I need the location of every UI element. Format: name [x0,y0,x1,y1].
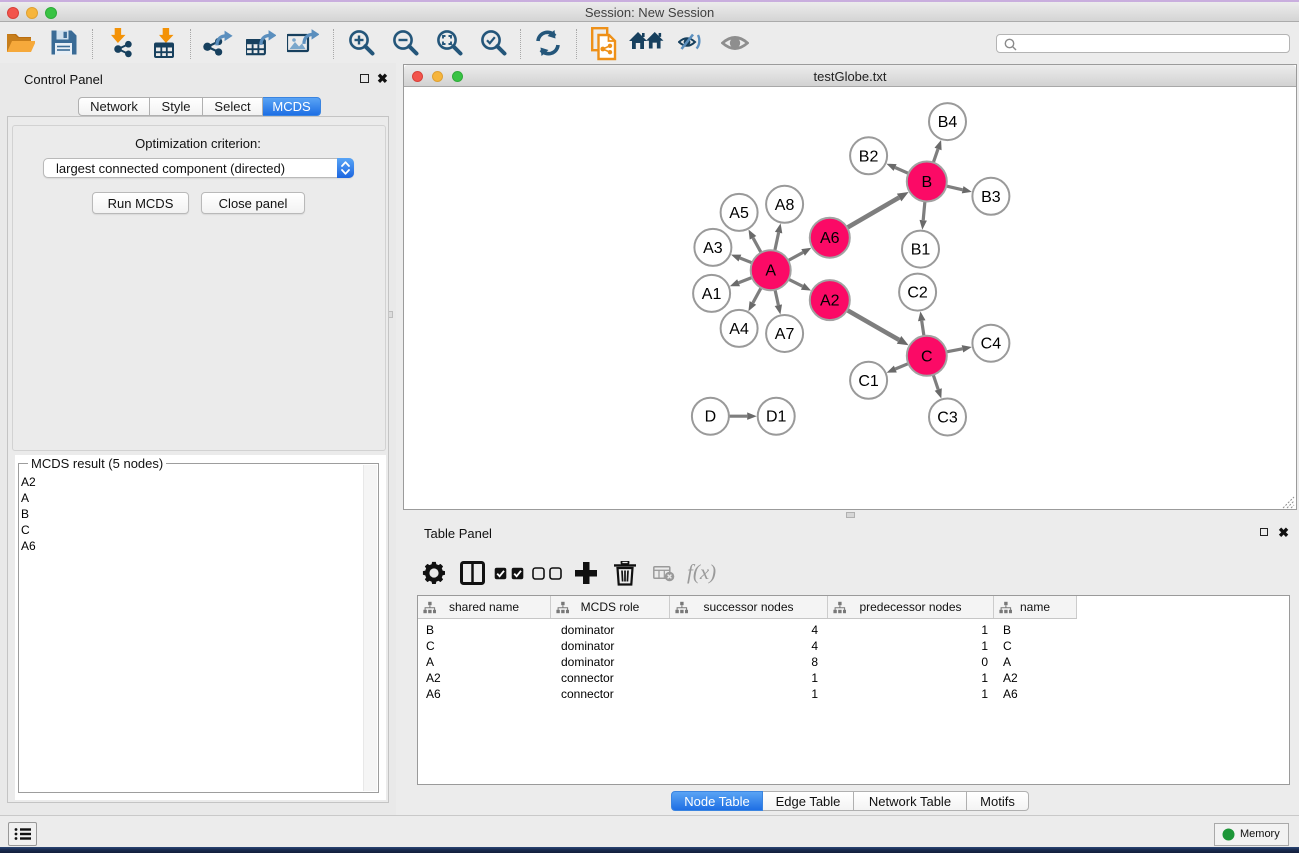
svg-text:A5: A5 [729,205,749,222]
svg-text:B: B [921,174,932,191]
svg-text:A8: A8 [775,197,795,214]
svg-text:A3: A3 [703,240,723,257]
svg-text:C: C [921,348,933,365]
svg-text:C3: C3 [937,410,958,427]
svg-text:A2: A2 [820,293,840,310]
svg-text:C1: C1 [858,373,879,390]
svg-text:A1: A1 [702,286,722,303]
svg-text:A6: A6 [820,230,840,247]
svg-text:B4: B4 [938,114,958,131]
svg-text:C2: C2 [907,285,928,302]
svg-text:A4: A4 [729,321,749,338]
svg-text:B2: B2 [859,148,879,165]
svg-text:D: D [705,409,717,426]
svg-text:A: A [765,263,776,280]
svg-text:B3: B3 [981,189,1001,206]
svg-text:D1: D1 [766,409,787,426]
svg-text:A7: A7 [775,326,795,343]
svg-text:C4: C4 [981,336,1002,353]
svg-text:B1: B1 [911,242,931,259]
